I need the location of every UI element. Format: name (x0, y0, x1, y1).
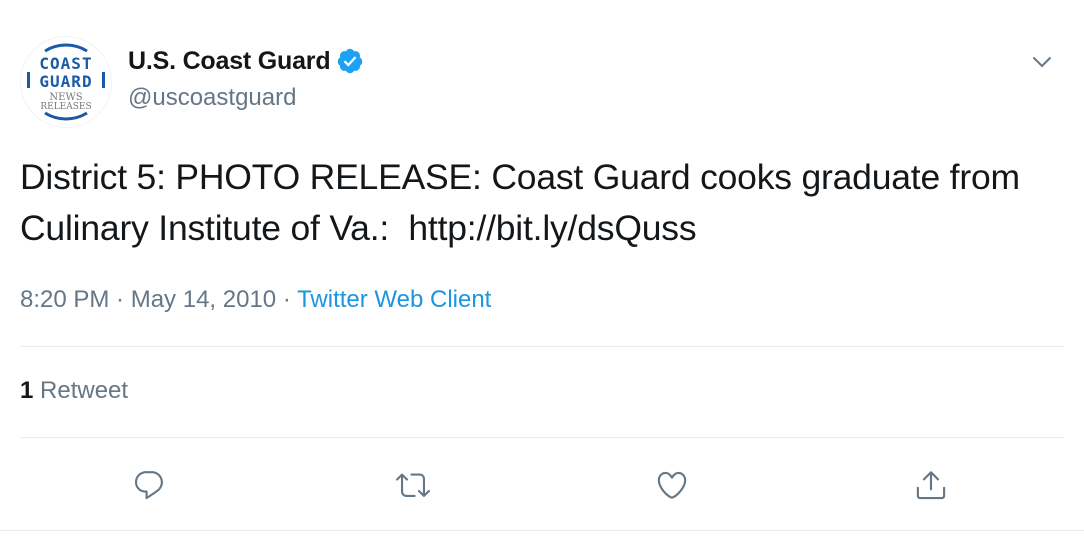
tweet-meta: 8:20 PM · May 14, 2010 · Twitter Web Cli… (20, 286, 491, 314)
avatar[interactable]: COAST GUARD NEWS RELEASES (20, 36, 112, 128)
svg-text:COAST: COAST (39, 54, 92, 73)
reply-button[interactable] (124, 460, 174, 510)
divider (20, 437, 1064, 438)
tweet-text: District 5: PHOTO RELEASE: Coast Guard c… (20, 157, 1030, 248)
user-names: U.S. Coast Guard @uscoastguard (128, 46, 364, 112)
meta-separator: · (109, 286, 131, 313)
svg-text:RELEASES: RELEASES (40, 102, 91, 112)
display-name-row: U.S. Coast Guard (128, 46, 364, 76)
tweet-header: COAST GUARD NEWS RELEASES U.S. Coast Gua… (20, 36, 1070, 128)
retweet-label: Retweet (40, 377, 129, 404)
tweet-date[interactable]: May 14, 2010 (131, 286, 276, 313)
heart-icon (657, 471, 687, 499)
meta-separator: · (276, 286, 298, 313)
tweet-stats[interactable]: 1 Retweet (20, 377, 128, 405)
coast-guard-logo-icon: COAST GUARD NEWS RELEASES (21, 37, 111, 127)
divider (20, 346, 1064, 347)
retweet-count: 1 (20, 377, 34, 404)
retweet-icon (396, 473, 430, 497)
bottom-divider (0, 530, 1084, 531)
display-name[interactable]: U.S. Coast Guard (128, 47, 331, 76)
user-handle[interactable]: @uscoastguard (128, 84, 364, 112)
svg-text:GUARD: GUARD (39, 72, 92, 91)
verified-badge-icon (336, 47, 364, 75)
tweet-actions (0, 460, 1084, 510)
share-icon (916, 471, 946, 500)
tweet-source-link[interactable]: Twitter Web Client (297, 286, 491, 313)
reply-icon (134, 471, 163, 500)
retweet-button[interactable] (388, 460, 438, 510)
share-button[interactable] (906, 460, 956, 510)
tweet-time[interactable]: 8:20 PM (20, 286, 109, 313)
chevron-down-icon[interactable] (1030, 50, 1054, 74)
like-button[interactable] (647, 460, 697, 510)
tweet-card: COAST GUARD NEWS RELEASES U.S. Coast Gua… (0, 0, 1084, 536)
